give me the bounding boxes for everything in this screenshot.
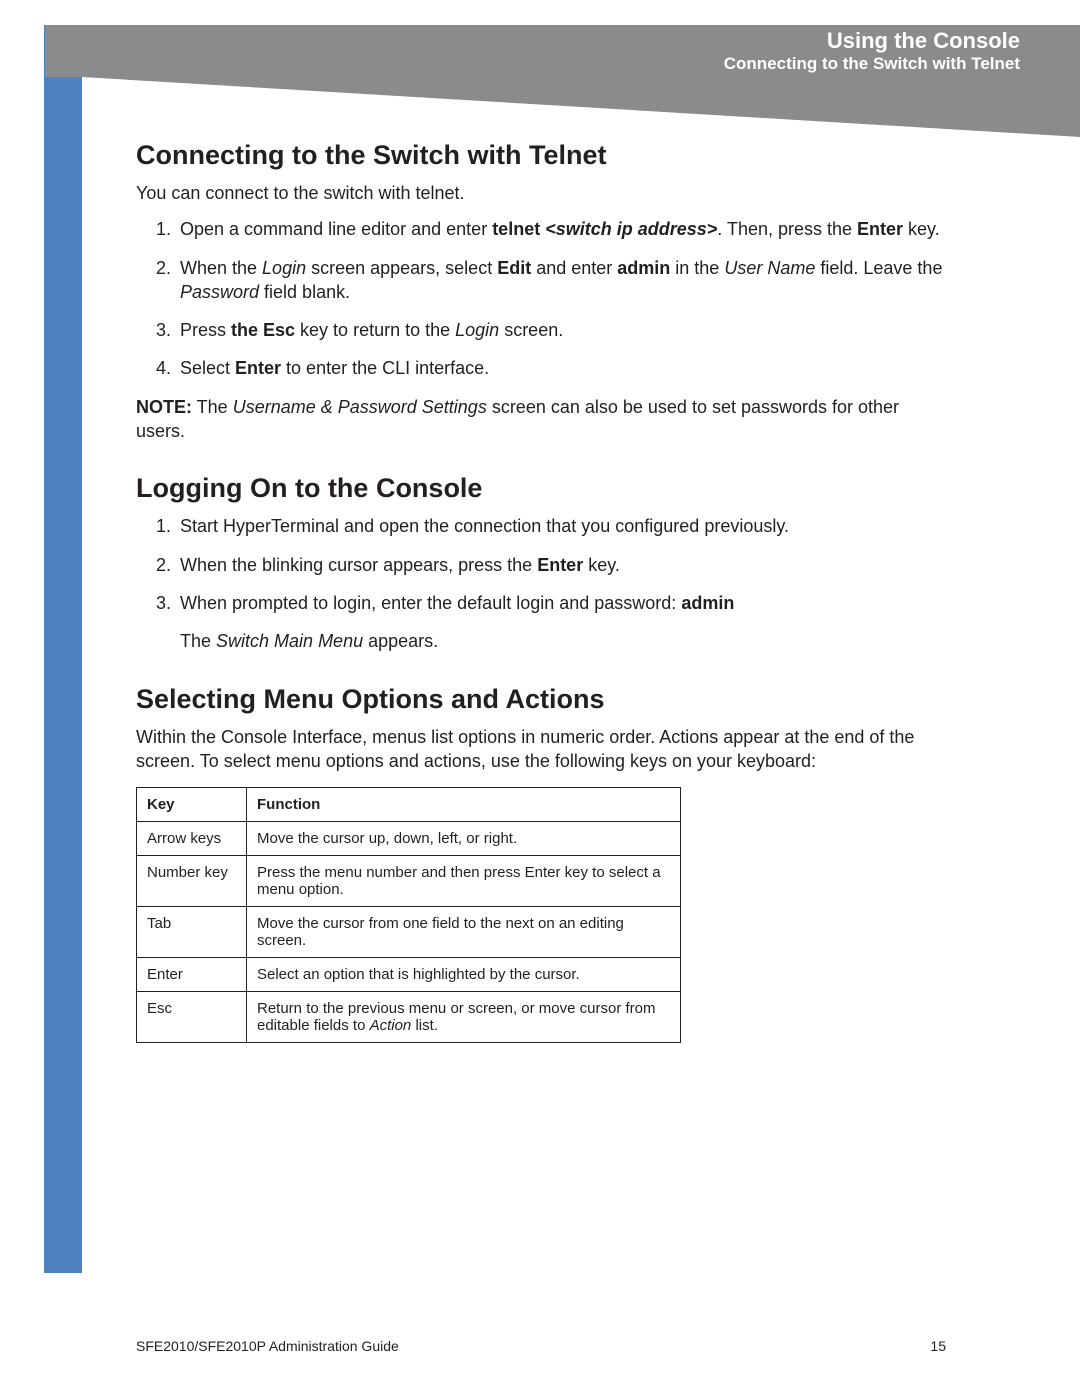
bold-text: the Esc bbox=[231, 320, 295, 340]
table-row: Enter Select an option that is highlight… bbox=[137, 958, 681, 992]
col-key: Key bbox=[137, 788, 247, 822]
text: field. Leave the bbox=[815, 258, 942, 278]
header-band: Using the Console Connecting to the Swit… bbox=[45, 25, 1080, 77]
text: . Then, press the bbox=[717, 219, 857, 239]
text: The bbox=[192, 397, 233, 417]
side-blue-bar bbox=[44, 25, 82, 1273]
heading-selecting-menu: Selecting Menu Options and Actions bbox=[136, 684, 946, 715]
step-1: Open a command line editor and enter tel… bbox=[176, 217, 946, 241]
steps-logging-on: Start HyperTerminal and open the connect… bbox=[136, 514, 946, 615]
header-subtitle: Connecting to the Switch with Telnet bbox=[45, 55, 1020, 74]
cell-func: Move the cursor from one field to the ne… bbox=[247, 907, 681, 958]
heading-logging-on: Logging On to the Console bbox=[136, 473, 946, 504]
italic-text: User Name bbox=[724, 258, 815, 278]
table-row: Tab Move the cursor from one field to th… bbox=[137, 907, 681, 958]
intro-connecting: You can connect to the switch with telne… bbox=[136, 181, 946, 205]
header-title: Using the Console bbox=[45, 29, 1020, 53]
col-function: Function bbox=[247, 788, 681, 822]
page-footer: SFE2010/SFE2010P Administration Guide 15 bbox=[136, 1338, 946, 1354]
bold-text: admin bbox=[681, 593, 734, 613]
text: When prompted to login, enter the defaul… bbox=[180, 593, 681, 613]
bold-text: Enter bbox=[537, 555, 583, 575]
cell-key: Arrow keys bbox=[137, 822, 247, 856]
header-wedge bbox=[82, 77, 1080, 137]
bold-italic-text: <switch ip address> bbox=[540, 219, 717, 239]
step-2: When the Login screen appears, select Ed… bbox=[176, 256, 946, 305]
page-content: Connecting to the Switch with Telnet You… bbox=[136, 140, 946, 1043]
table-row: Number key Press the menu number and the… bbox=[137, 856, 681, 907]
text: and enter bbox=[531, 258, 617, 278]
step-1: Start HyperTerminal and open the connect… bbox=[176, 514, 946, 538]
italic-text: Login bbox=[262, 258, 306, 278]
table-row: Esc Return to the previous menu or scree… bbox=[137, 992, 681, 1043]
bold-text: telnet bbox=[492, 219, 540, 239]
footer-page-number: 15 bbox=[930, 1338, 946, 1354]
bold-text: Edit bbox=[497, 258, 531, 278]
bold-text: admin bbox=[617, 258, 670, 278]
cell-func: Select an option that is highlighted by … bbox=[247, 958, 681, 992]
footer-doc-title: SFE2010/SFE2010P Administration Guide bbox=[136, 1338, 399, 1354]
text: When the bbox=[180, 258, 262, 278]
text: key. bbox=[583, 555, 620, 575]
table-row: Arrow keys Move the cursor up, down, lef… bbox=[137, 822, 681, 856]
cell-key: Tab bbox=[137, 907, 247, 958]
note-connecting: NOTE: The Username & Password Settings s… bbox=[136, 395, 946, 444]
cell-func: Move the cursor up, down, left, or right… bbox=[247, 822, 681, 856]
text: key to return to the bbox=[295, 320, 455, 340]
intro-selecting-menu: Within the Console Interface, menus list… bbox=[136, 725, 946, 774]
cell-key: Enter bbox=[137, 958, 247, 992]
heading-connecting: Connecting to the Switch with Telnet bbox=[136, 140, 946, 171]
table-header-row: Key Function bbox=[137, 788, 681, 822]
key-function-table: Key Function Arrow keys Move the cursor … bbox=[136, 787, 681, 1043]
text: screen appears, select bbox=[306, 258, 497, 278]
italic-text: Login bbox=[455, 320, 499, 340]
italic-text: Password bbox=[180, 282, 259, 302]
text: to enter the CLI interface. bbox=[281, 358, 489, 378]
italic-text: Action bbox=[370, 1017, 412, 1034]
text: Return to the previous menu or screen, o… bbox=[257, 1000, 656, 1034]
text: appears. bbox=[363, 631, 438, 651]
text: The bbox=[180, 631, 216, 651]
text: Open a command line editor and enter bbox=[180, 219, 492, 239]
text: list. bbox=[411, 1017, 438, 1034]
cell-key: Number key bbox=[137, 856, 247, 907]
text: screen. bbox=[499, 320, 563, 340]
italic-text: Username & Password Settings bbox=[233, 397, 487, 417]
cell-func: Press the menu number and then press Ent… bbox=[247, 856, 681, 907]
bold-text: Enter bbox=[857, 219, 903, 239]
text: Select bbox=[180, 358, 235, 378]
italic-text: Switch Main Menu bbox=[216, 631, 363, 651]
result-logging-on: The Switch Main Menu appears. bbox=[180, 629, 946, 653]
text: in the bbox=[670, 258, 724, 278]
text: field blank. bbox=[259, 282, 350, 302]
bold-text: Enter bbox=[235, 358, 281, 378]
step-3: Press the Esc key to return to the Login… bbox=[176, 318, 946, 342]
note-label: NOTE: bbox=[136, 397, 192, 417]
text: Press bbox=[180, 320, 231, 340]
step-2: When the blinking cursor appears, press … bbox=[176, 553, 946, 577]
steps-connecting: Open a command line editor and enter tel… bbox=[136, 217, 946, 380]
cell-func: Return to the previous menu or screen, o… bbox=[247, 992, 681, 1043]
cell-key: Esc bbox=[137, 992, 247, 1043]
text: When the blinking cursor appears, press … bbox=[180, 555, 537, 575]
step-3: When prompted to login, enter the defaul… bbox=[176, 591, 946, 615]
step-4: Select Enter to enter the CLI interface. bbox=[176, 356, 946, 380]
text: key. bbox=[903, 219, 940, 239]
